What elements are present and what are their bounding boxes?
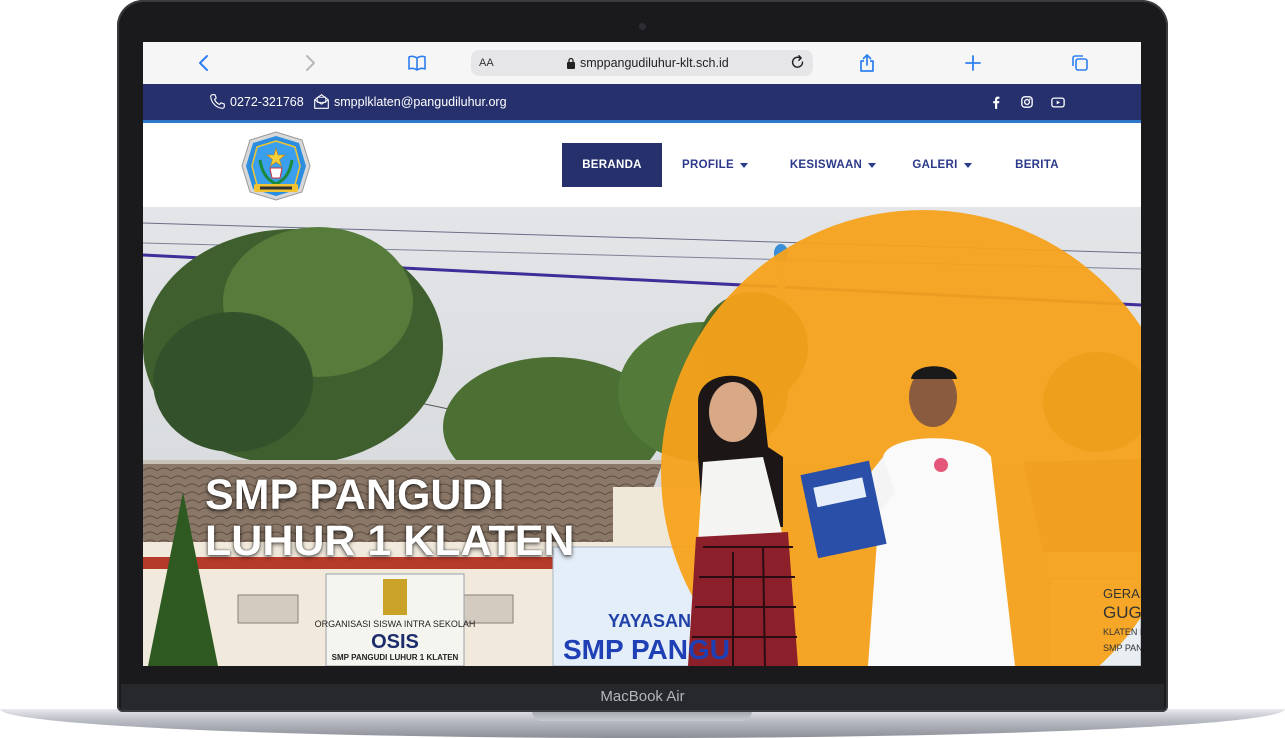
- nav-item-berita[interactable]: BERITA: [1007, 143, 1067, 187]
- chevron-left-icon[interactable]: [192, 51, 216, 75]
- share-icon[interactable]: [855, 51, 879, 75]
- youtube-icon[interactable]: [1050, 95, 1066, 109]
- tabs-icon[interactable]: [1068, 51, 1092, 75]
- sign-right-3: KLATEN No.: [1103, 627, 1141, 637]
- url-text: smppangudiluhur-klt.sch.id: [580, 56, 729, 70]
- email-contact[interactable]: smpplklaten@pangudiluhur.org: [313, 93, 507, 110]
- nav-item-label: BERITA: [1015, 159, 1059, 171]
- nav-item-label: PROFILE: [682, 159, 734, 171]
- hero-banner: ORGANISASI SISWA INTRA SEKOLAH OSIS SMP …: [143, 207, 1141, 666]
- instagram-icon[interactable]: [1019, 95, 1035, 109]
- facebook-icon[interactable]: [988, 95, 1004, 109]
- chevron-down-icon: [739, 162, 748, 168]
- chevron-down-icon: [963, 162, 972, 168]
- phone-contact[interactable]: 0272-321768: [209, 93, 304, 110]
- book-icon[interactable]: [405, 51, 429, 75]
- sign-osis-big: OSIS: [371, 631, 419, 653]
- text-size-button[interactable]: AA: [479, 57, 494, 69]
- sign-yayasan: YAYASAN: [608, 611, 691, 631]
- top-info-bar: 0272-321768 smpplklaten@pangudiluhur.org: [143, 84, 1141, 123]
- hero-photo: ORGANISASI SISWA INTRA SEKOLAH OSIS SMP …: [143, 207, 1141, 666]
- address-bar[interactable]: AA smppangudiluhur-klt.sch.id: [471, 50, 813, 76]
- device-brand-label: MacBook Air: [600, 688, 685, 705]
- plus-icon[interactable]: [961, 51, 985, 75]
- reload-icon[interactable]: [789, 54, 807, 72]
- email-address: smpplklaten@pangudiluhur.org: [334, 94, 507, 109]
- hero-title: SMP PANGUDI LUHUR 1 KLATEN: [205, 472, 665, 564]
- school-logo[interactable]: [240, 130, 312, 202]
- nav-item-label: GALERI: [912, 159, 958, 171]
- phone-icon: [210, 94, 225, 109]
- chevron-down-icon: [868, 162, 877, 168]
- browser-toolbar: AA smppangudiluhur-klt.sch.id: [143, 42, 1141, 85]
- nav-item-beranda[interactable]: BERANDA: [562, 143, 662, 187]
- camera-icon: [639, 23, 646, 30]
- envelope-icon: [314, 94, 329, 109]
- sign-right-2: GUGUS: [1103, 603, 1141, 622]
- lock-icon: [567, 57, 575, 69]
- screen: AA smppangudiluhur-klt.sch.id 0272-32176…: [143, 42, 1141, 666]
- sign-right-1: GERAKAN: [1103, 586, 1141, 601]
- chevron-right-icon[interactable]: [298, 51, 322, 75]
- sign-right-4: SMP PANGUDI: [1103, 643, 1141, 653]
- hero-title-line-2: LUHUR 1 KLATEN: [205, 517, 575, 565]
- nav-item-label: BERANDA: [582, 159, 642, 171]
- sign-osis-small: ORGANISASI SISWA INTRA SEKOLAH: [315, 619, 476, 629]
- nav-item-label: KESISWAAN: [789, 159, 863, 171]
- nav-item-galeri[interactable]: GALERI: [910, 143, 974, 187]
- sign-yayasan-school: SMP PANGU: [563, 634, 730, 665]
- sign-osis-school: SMP PANGUDI LUHUR 1 KLATEN: [332, 653, 459, 662]
- hero-title-line-1: SMP PANGUDI: [205, 471, 505, 519]
- phone-number: 0272-321768: [230, 94, 304, 109]
- nav-item-kesiswaan[interactable]: KESISWAAN: [783, 143, 883, 187]
- nav-item-profile[interactable]: PROFILE: [678, 143, 752, 187]
